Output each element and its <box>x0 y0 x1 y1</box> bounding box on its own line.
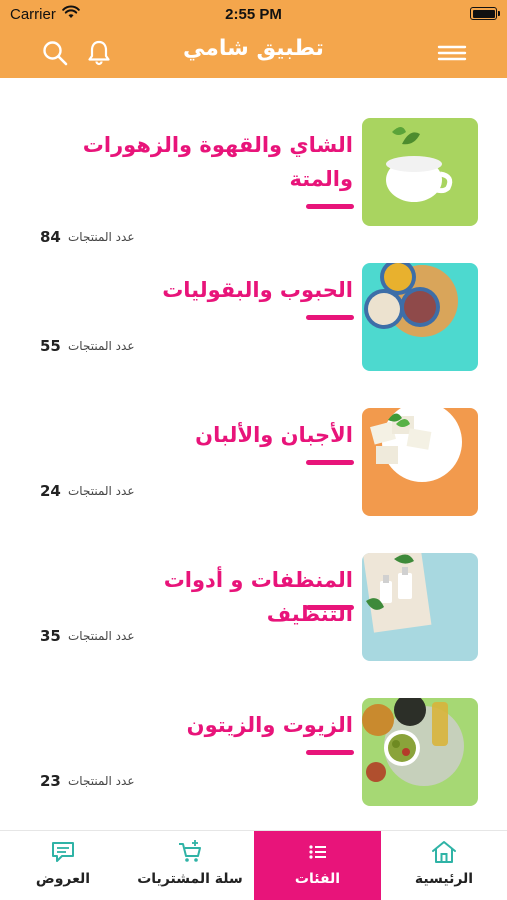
category-name[interactable]: الزيوت والزيتون <box>73 708 353 742</box>
product-count: 24 <box>40 482 61 500</box>
category-row-tea[interactable]: الشاي والقهوة والزهورات والمتة عدد المنت… <box>0 118 507 263</box>
title-underline <box>306 204 354 209</box>
category-name[interactable]: الأجبان والألبان <box>73 418 353 452</box>
category-image-dairy[interactable] <box>362 408 478 516</box>
category-name[interactable]: الشاي والقهوة والزهورات والمتة <box>73 128 353 196</box>
olive-bowls-icon <box>362 698 478 806</box>
soap-bottles-icon <box>362 553 478 661</box>
list-icon <box>305 839 331 865</box>
tab-categories[interactable]: الفئات <box>254 831 381 900</box>
category-image-detergents[interactable] <box>362 553 478 661</box>
page-title: تطبيق شامي <box>183 36 324 61</box>
app-header: تطبيق شامي <box>0 28 507 78</box>
cart-icon <box>177 839 203 865</box>
category-name[interactable]: المنظفات و أدوات التنظيف <box>73 563 353 631</box>
category-row-oils[interactable]: الزيوت والزيتون عدد المنتجات 23 <box>0 698 507 843</box>
category-row-dairy[interactable]: الأجبان والألبان عدد المنتجات 24 <box>0 408 507 553</box>
menu-icon[interactable] <box>437 38 467 68</box>
category-image-grains[interactable] <box>362 263 478 371</box>
bowls-of-beans-icon <box>362 263 478 371</box>
product-count: 84 <box>40 228 61 246</box>
tea-cup-icon <box>362 118 478 226</box>
category-image-oils[interactable] <box>362 698 478 806</box>
battery-icon <box>470 7 500 20</box>
title-underline <box>306 605 354 610</box>
product-count-label: عدد المنتجات <box>68 339 135 353</box>
chat-icon <box>50 839 76 865</box>
product-count-label: عدد المنتجات <box>68 774 135 788</box>
clock: 2:55 PM <box>225 6 282 23</box>
product-count-label: عدد المنتجات <box>68 230 135 244</box>
tab-label: سلة المشتريات <box>137 871 243 887</box>
tab-offers[interactable]: العروض <box>0 831 126 900</box>
tab-home[interactable]: الرئيسية <box>381 831 507 900</box>
cheese-plate-icon <box>362 408 478 516</box>
status-bar: Carrier 2:55 PM <box>0 0 507 28</box>
tab-label: العروض <box>35 871 91 887</box>
category-row-detergents[interactable]: المنظفات و أدوات التنظيف عدد المنتجات 35 <box>0 553 507 698</box>
tab-cart[interactable]: سلة المشتريات <box>126 831 254 900</box>
product-count: 23 <box>40 772 61 790</box>
bottom-tab-bar: العروض سلة المشتريات الفئات الرئيسية <box>0 830 507 900</box>
category-image-tea[interactable] <box>362 118 478 226</box>
tab-label: الفئات <box>294 871 341 887</box>
category-name[interactable]: الحبوب والبقوليات <box>73 273 353 307</box>
title-underline <box>306 750 354 755</box>
title-underline <box>306 315 354 320</box>
title-underline <box>306 460 354 465</box>
product-count: 55 <box>40 337 61 355</box>
product-count-label: عدد المنتجات <box>68 484 135 498</box>
category-row-grains[interactable]: الحبوب والبقوليات عدد المنتجات 55 <box>0 263 507 408</box>
product-count: 35 <box>40 627 61 645</box>
home-icon <box>431 839 457 865</box>
product-count-label: عدد المنتجات <box>68 629 135 643</box>
tab-label: الرئيسية <box>414 871 474 887</box>
